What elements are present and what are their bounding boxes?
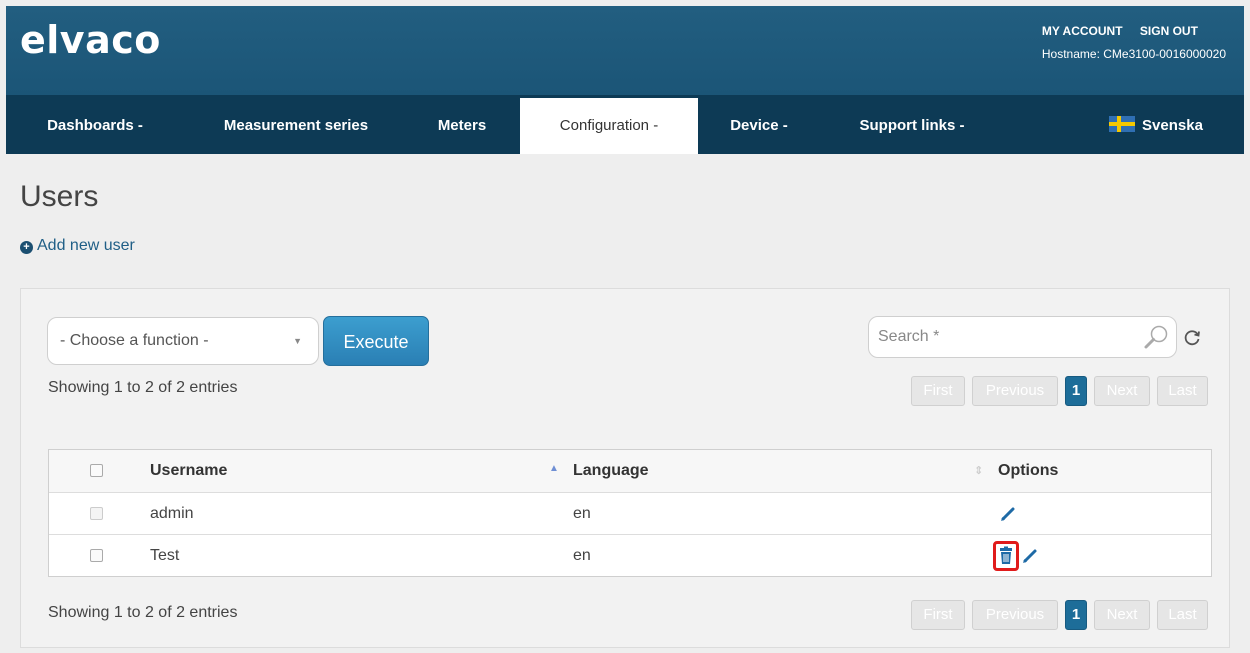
nav-configuration[interactable]: Configuration - <box>520 98 698 154</box>
entries-info-top: Showing 1 to 2 of 2 entries <box>48 379 238 396</box>
app-window: elvaco MY ACCOUNT SIGN OUT Hostname: CMe… <box>0 0 1250 653</box>
add-user-label: Add new user <box>37 237 135 254</box>
nav-measurement-series[interactable]: Measurement series <box>196 95 396 154</box>
my-account-link[interactable]: MY ACCOUNT <box>1042 24 1123 38</box>
row-language: en <box>573 505 591 522</box>
table-row: Test en <box>49 534 1211 576</box>
pencil-icon[interactable] <box>1019 545 1041 567</box>
search-input[interactable]: Search * <box>868 316 1177 358</box>
page-title: Users <box>20 180 99 213</box>
page-previous-button[interactable]: Previous <box>972 376 1058 406</box>
sign-out-link[interactable]: SIGN OUT <box>1140 24 1198 38</box>
page-last-button[interactable]: Last <box>1157 376 1208 406</box>
table-row: admin en <box>49 492 1211 534</box>
pencil-icon[interactable] <box>997 503 1019 525</box>
nav-meters[interactable]: Meters <box>418 95 506 154</box>
column-options: Options <box>998 462 1059 479</box>
header: elvaco MY ACCOUNT SIGN OUT Hostname: CMe… <box>6 6 1244 95</box>
row-language: en <box>573 547 591 564</box>
entries-info-bottom: Showing 1 to 2 of 2 entries <box>48 604 238 621</box>
page-last-button[interactable]: Last <box>1157 600 1208 630</box>
hostname: Hostname: CMe3100-0016000020 <box>1041 47 1226 61</box>
function-select-value: - Choose a function - <box>60 332 209 349</box>
language-label: Svenska <box>1142 117 1203 134</box>
users-panel: - Choose a function - ▼ Execute Search *… <box>20 288 1230 648</box>
magnifier-icon <box>1144 325 1168 349</box>
execute-button[interactable]: Execute <box>323 316 429 366</box>
page-next-button[interactable]: Next <box>1094 376 1150 406</box>
page-previous-button[interactable]: Previous <box>972 600 1058 630</box>
page-next-button[interactable]: Next <box>1094 600 1150 630</box>
pagination-top: First Previous 1 Next Last <box>911 376 1211 406</box>
row-username: Test <box>150 547 180 564</box>
column-username[interactable]: Username <box>150 450 227 492</box>
logo: elvaco <box>20 18 161 62</box>
nav-support-links[interactable]: Support links - <box>828 95 996 154</box>
users-table: Username ▲ Language ⇕ Options admin en T… <box>48 449 1212 577</box>
plus-circle-icon: + <box>20 241 33 254</box>
page-first-button[interactable]: First <box>911 600 965 630</box>
search-placeholder: Search * <box>878 328 940 345</box>
row-checkbox[interactable] <box>90 549 103 562</box>
table-header-row: Username ▲ Language ⇕ Options <box>49 450 1211 492</box>
row-username: admin <box>150 505 194 522</box>
sort-both-icon: ⇕ <box>974 465 984 477</box>
caret-down-icon: ▼ <box>293 336 302 346</box>
trash-icon[interactable] <box>995 545 1017 567</box>
add-user-link[interactable]: + Add new user <box>20 237 135 255</box>
refresh-icon[interactable] <box>1182 327 1202 347</box>
page-first-button[interactable]: First <box>911 376 965 406</box>
account-area: MY ACCOUNT SIGN OUT Hostname: CMe3100-00… <box>1042 24 1226 61</box>
select-all-checkbox[interactable] <box>90 464 103 477</box>
nav-dashboards[interactable]: Dashboards - <box>20 95 170 154</box>
row-checkbox[interactable] <box>90 507 103 520</box>
sort-asc-icon: ▲ <box>549 463 559 474</box>
main-nav: Dashboards - Measurement series Meters C… <box>6 95 1244 154</box>
function-select[interactable]: - Choose a function - ▼ <box>47 317 319 365</box>
page-current-button[interactable]: 1 <box>1065 600 1087 630</box>
swedish-flag-icon <box>1109 116 1136 132</box>
column-language[interactable]: Language <box>573 450 649 492</box>
nav-device[interactable]: Device - <box>710 95 808 154</box>
pagination-bottom: First Previous 1 Next Last <box>911 600 1211 630</box>
nav-language[interactable]: Svenska <box>1086 95 1226 154</box>
page-current-button[interactable]: 1 <box>1065 376 1087 406</box>
